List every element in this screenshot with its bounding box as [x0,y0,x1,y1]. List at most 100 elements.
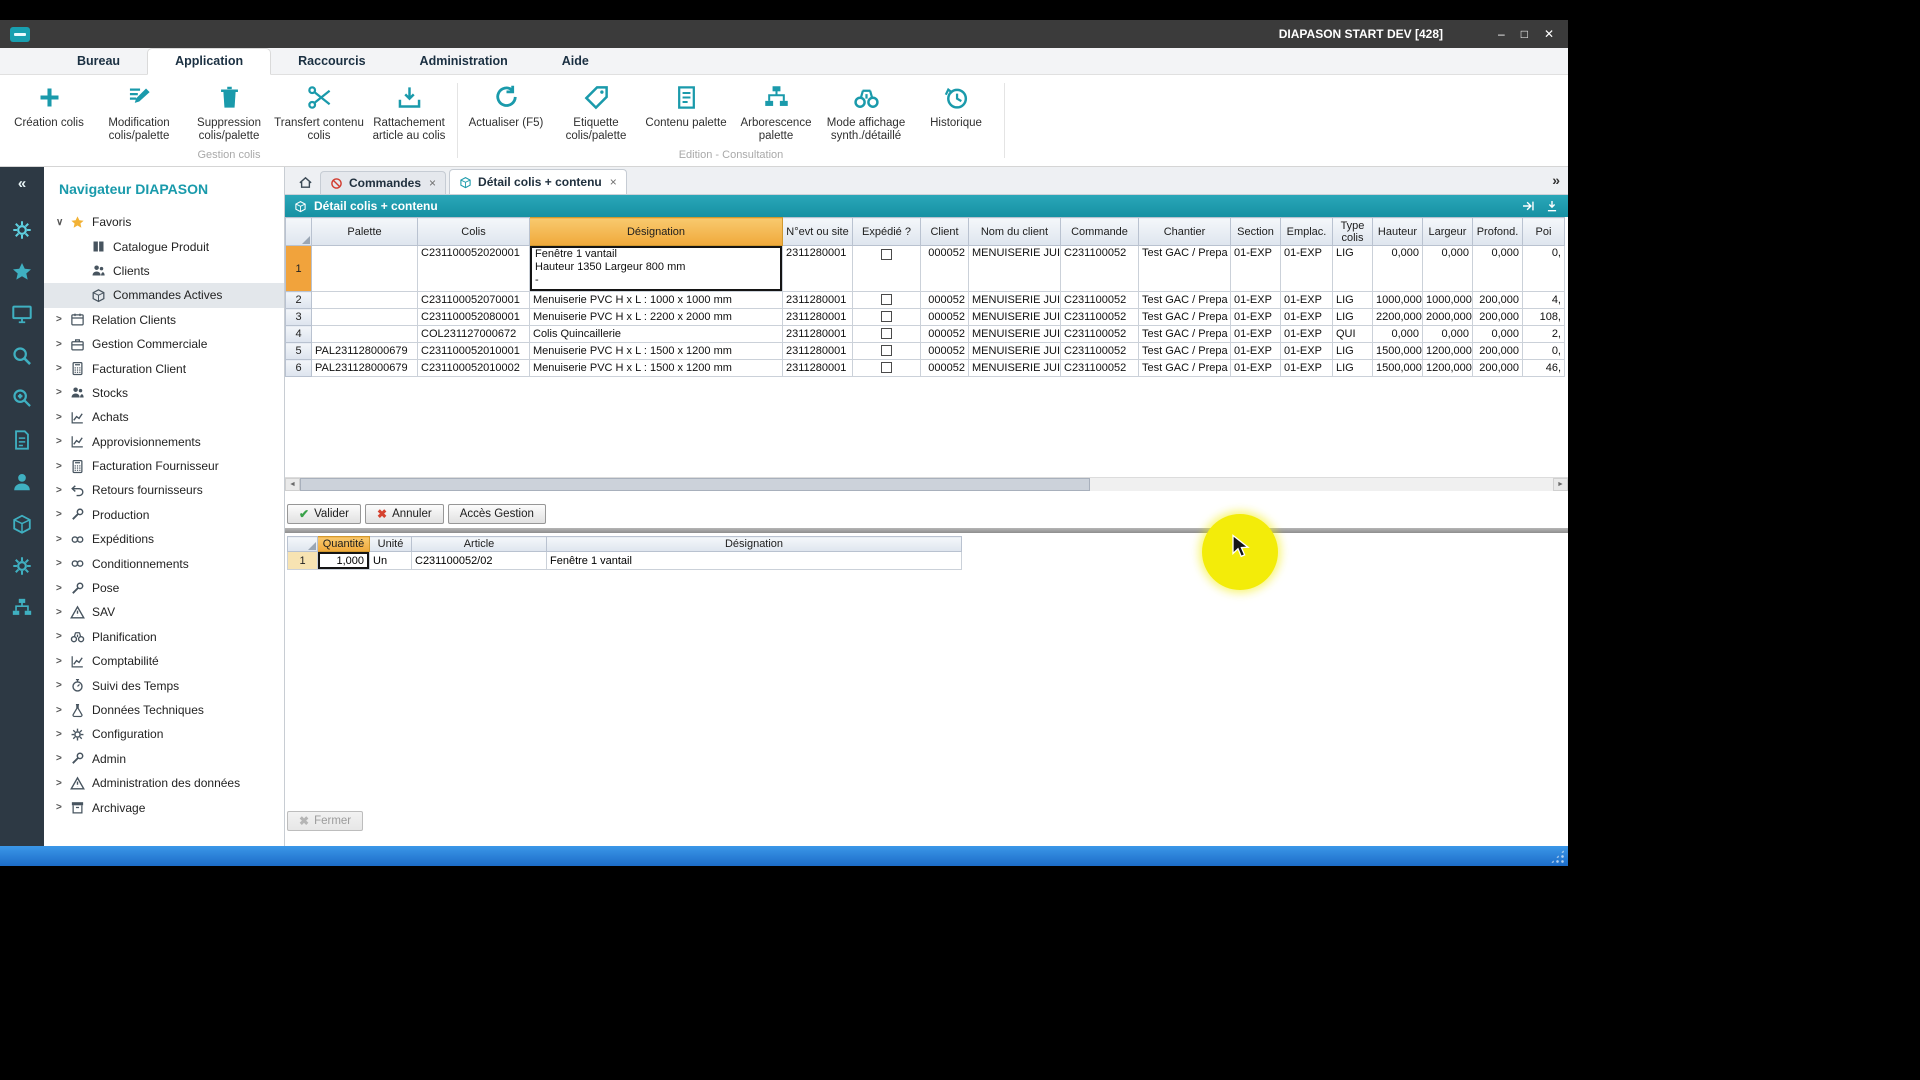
tab-home[interactable] [290,171,320,194]
cell-commande[interactable]: C231100052 [1061,343,1139,360]
cell-commande[interactable]: C231100052 [1061,326,1139,343]
cell-poids[interactable]: 2, [1523,326,1565,343]
download-icon[interactable] [1545,199,1559,213]
scrollbar-thumb[interactable] [300,478,1090,491]
cell-palette[interactable] [312,326,418,343]
cell-hauteur[interactable]: 2200,000 [1373,309,1423,326]
cell-poids[interactable]: 0, [1523,343,1565,360]
cell-nom-client[interactable]: MENUISERIE JUI [969,309,1061,326]
strip-tree-button[interactable] [11,587,33,629]
sidebar-item-clients[interactable]: Clients [44,259,284,283]
cell-hauteur[interactable]: 1500,000 [1373,343,1423,360]
sidebar-item-favoris[interactable]: ∨Favoris [44,210,284,234]
sidebar-item-suivi-des-temps[interactable]: >Suivi des Temps [44,673,284,697]
cell-colis[interactable]: C231100052010002 [418,360,530,377]
cell-detail-designation[interactable]: Fenêtre 1 vantail [547,552,962,570]
cell-client[interactable]: 000052 [921,309,969,326]
cell-unite[interactable]: Un [370,552,412,570]
quantite-editor[interactable]: 1,000 [318,552,369,569]
cell-palette[interactable]: PAL231128000679 [312,343,418,360]
cell-profond[interactable]: 0,000 [1473,326,1523,343]
cell-expedie[interactable] [853,326,921,343]
modification-colis-palette-button[interactable]: Modification colis/palette [94,84,184,143]
column-header-chantier[interactable]: Chantier [1139,218,1231,246]
sidebar-item-configuration[interactable]: >Configuration [44,722,284,746]
checkbox-unchecked[interactable] [881,362,892,373]
cell-commande[interactable]: C231100052 [1061,360,1139,377]
cell-client[interactable]: 000052 [921,343,969,360]
cell-hauteur[interactable]: 1000,000 [1373,292,1423,309]
cell-chantier[interactable]: Test GAC / Prepa [1139,343,1231,360]
sidebar-item-comptabilit[interactable]: >Comptabilité [44,649,284,673]
sidebar-item-achats[interactable]: >Achats [44,405,284,429]
cell-article[interactable]: C231100052/02 [412,552,547,570]
cell-colis[interactable]: C231100052010001 [418,343,530,360]
cell-largeur[interactable]: 0,000 [1423,326,1473,343]
cell-palette[interactable] [312,246,418,292]
go-to-end-icon[interactable] [1521,199,1535,213]
restore-button[interactable]: □ [1521,27,1528,41]
column-header-palette[interactable]: Palette [312,218,418,246]
cell-type-colis[interactable]: LIG [1333,343,1373,360]
cell-nom-client[interactable]: MENUISERIE JUI [969,292,1061,309]
cell-colis[interactable]: C231100052020001 [418,246,530,292]
detail-column-header-article[interactable]: Article [412,537,547,552]
cell-hauteur[interactable]: 1500,000 [1373,360,1423,377]
cell-designation[interactable]: Colis Quincaillerie [530,326,783,343]
annuler-button[interactable]: ✖Annuler [365,504,444,524]
strip-gear-button[interactable] [11,209,33,251]
cell-designation[interactable]: Menuiserie PVC H x L : 1500 x 1200 mm [530,343,783,360]
cell-poids[interactable]: 108, [1523,309,1565,326]
arborescence-palette-button[interactable]: Arborescence palette [731,84,821,143]
column-header-exp-di[interactable]: Expédié ? [853,218,921,246]
cell-emplac[interactable]: 01-EXP [1281,343,1333,360]
cell-chantier[interactable]: Test GAC / Prepa [1139,309,1231,326]
sidebar-item-exp-ditions[interactable]: >Expéditions [44,527,284,551]
cell-client[interactable]: 000052 [921,326,969,343]
cell-client[interactable]: 000052 [921,360,969,377]
cell-nevt[interactable]: 2311280001 [783,326,853,343]
strip-person-button[interactable] [11,461,33,503]
row-number-header[interactable] [286,218,312,246]
strip-box-button[interactable] [11,503,33,545]
menu-tab-administration[interactable]: Administration [393,49,535,74]
tabs-overflow-button[interactable]: » [1552,172,1560,188]
scroll-right-button[interactable]: ► [1553,478,1568,491]
rattachement-article-au-colis-button[interactable]: Rattachement article au colis [364,84,454,143]
sidebar-item-conditionnements[interactable]: >Conditionnements [44,551,284,575]
cr-ation-colis-button[interactable]: Création colis [4,84,94,130]
cell-profond[interactable]: 200,000 [1473,343,1523,360]
detail-column-header-d-signation[interactable]: Désignation [547,537,962,552]
column-header-n-evt-ou-site[interactable]: N°evt ou site [783,218,853,246]
sidebar-item-planification[interactable]: >Planification [44,625,284,649]
sidebar-item-pose[interactable]: >Pose [44,576,284,600]
sidebar-item-sav[interactable]: >SAV [44,600,284,624]
valider-button[interactable]: ✔Valider [287,504,361,524]
cell-commande[interactable]: C231100052 [1061,292,1139,309]
cell-profond[interactable]: 200,000 [1473,309,1523,326]
column-header-client[interactable]: Client [921,218,969,246]
cell-nevt[interactable]: 2311280001 [783,360,853,377]
cell-nom-client[interactable]: MENUISERIE JUI [969,343,1061,360]
cell-section[interactable]: 01-EXP [1231,326,1281,343]
detail-row-number[interactable]: 1 [288,552,318,570]
cell-commande[interactable]: C231100052 [1061,309,1139,326]
menu-tab-bureau[interactable]: Bureau [50,49,147,74]
scroll-left-button[interactable]: ◄ [285,478,300,491]
cell-section[interactable]: 01-EXP [1231,360,1281,377]
cell-palette[interactable] [312,292,418,309]
column-header-d-signation[interactable]: Désignation [530,218,783,246]
resize-grip[interactable] [1550,849,1565,864]
strip-searchplus-button[interactable] [11,377,33,419]
cell-expedie[interactable] [853,343,921,360]
cell-type-colis[interactable]: LIG [1333,360,1373,377]
collapse-sidebar-button[interactable]: « [18,175,26,209]
cell-poids[interactable]: 46, [1523,360,1565,377]
detail-column-header-quantit[interactable]: Quantité [318,537,370,552]
cell-commande[interactable]: C231100052 [1061,246,1139,292]
cell-designation[interactable]: Menuiserie PVC H x L : 1500 x 1200 mm [530,360,783,377]
cell-profond[interactable]: 200,000 [1473,292,1523,309]
detail-row-number-header[interactable] [288,537,318,552]
close-tab-icon[interactable]: × [610,175,617,189]
sidebar-item-relation-clients[interactable]: >Relation Clients [44,308,284,332]
